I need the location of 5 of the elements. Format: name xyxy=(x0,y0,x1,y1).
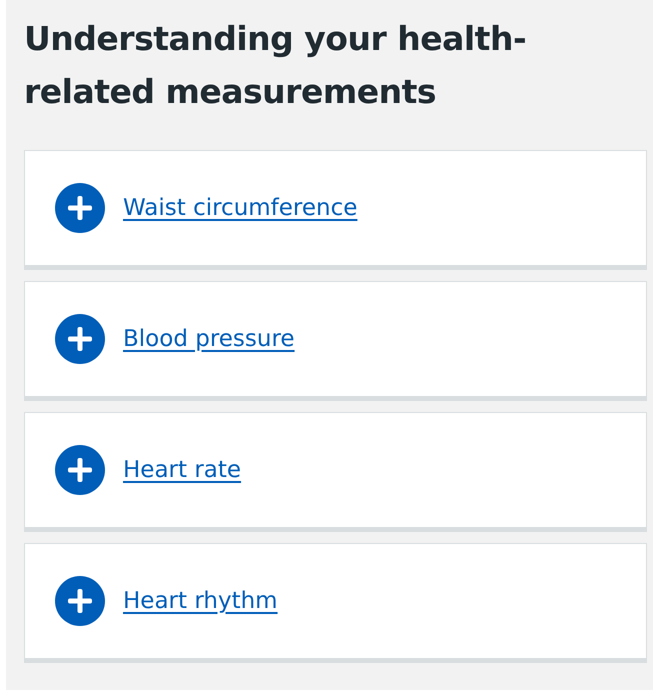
accordion-link[interactable]: Heart rate xyxy=(123,457,242,483)
accordion-link[interactable]: Blood pressure xyxy=(123,326,295,352)
accordion-link[interactable]: Waist circumference xyxy=(123,195,358,221)
section-heading: Understanding your health-related measurements xyxy=(24,18,528,113)
accordion-link[interactable]: Heart rhythm xyxy=(123,588,278,614)
